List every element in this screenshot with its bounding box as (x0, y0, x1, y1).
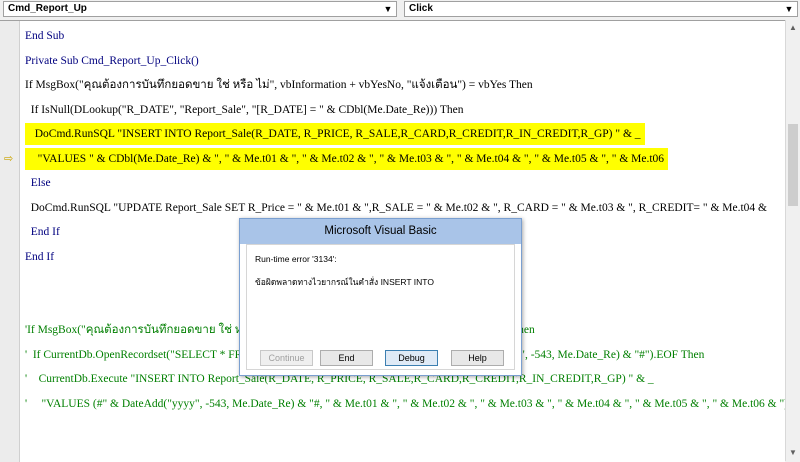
continue-button[interactable]: Continue (260, 350, 313, 366)
code-line[interactable]: DoCmd.RunSQL "UPDATE Report_Sale SET R_P… (25, 197, 767, 219)
code-window-toolbar: Cmd_Report_Up ▼ Click ▼ (0, 0, 800, 20)
code-line-text: Private Sub Cmd_Report_Up_Click() (25, 54, 199, 67)
debug-button[interactable]: Debug (385, 350, 438, 366)
code-line[interactable]: DoCmd.RunSQL "INSERT INTO Report_Sale(R_… (25, 123, 645, 145)
code-line[interactable]: If IsNull(DLookup("R_DATE", "Report_Sale… (25, 99, 464, 121)
object-dropdown[interactable]: Cmd_Report_Up ▼ (3, 1, 397, 17)
code-line[interactable]: Private Sub Cmd_Report_Up_Click() (25, 50, 199, 72)
code-line[interactable]: "VALUES " & CDbl(Me.Date_Re) & ", " & Me… (25, 147, 669, 170)
error-message: ข้อผิดพลาดทางไวยากรณ์ในคำสั่ง INSERT INT… (255, 277, 434, 287)
margin-indicator-bar[interactable]: ⇨ (0, 21, 20, 462)
procedure-dropdown[interactable]: Click ▼ (404, 1, 798, 17)
code-line-text: Else (25, 177, 51, 189)
code-line-text: End Sub (25, 30, 65, 42)
code-line-text: If IsNull(DLookup("R_DATE", "Report_Sale… (25, 103, 464, 116)
scrollbar-thumb[interactable] (788, 124, 798, 206)
dialog-body: Run-time error '3134': ข้อผิดพลาดทางไวยา… (246, 244, 515, 370)
error-number-label: Run-time error '3134': (255, 254, 337, 264)
help-button[interactable]: Help (451, 350, 504, 366)
object-dropdown-value: Cmd_Report_Up (8, 3, 87, 14)
dialog-title[interactable]: Microsoft Visual Basic (240, 219, 521, 244)
triangle-up-icon[interactable]: ▲ (786, 20, 800, 36)
code-line-text: DoCmd.RunSQL "INSERT INTO Report_Sale(R_… (25, 123, 645, 145)
code-line[interactable]: End Sub (25, 25, 64, 47)
code-line-text: "VALUES " & CDbl(Me.Date_Re) & ", " & Me… (25, 147, 669, 170)
code-line[interactable]: End If (25, 246, 54, 268)
arrow-right-icon: ⇨ (4, 152, 14, 165)
code-line-text: DoCmd.RunSQL "UPDATE Report_Sale SET R_P… (25, 201, 768, 214)
end-button[interactable]: End (320, 350, 373, 366)
code-line-text: If MsgBox("คุณต้องการบันทึกยอดขาย ใช่ หร… (25, 79, 533, 91)
code-line-text: End If (25, 250, 55, 263)
vertical-scrollbar[interactable]: ▲ ▼ (785, 20, 800, 461)
procedure-dropdown-value: Click (409, 3, 433, 14)
code-line[interactable]: Else (25, 172, 51, 194)
code-line[interactable]: End If (25, 221, 60, 243)
code-line[interactable]: ' "VALUES (#" & DateAdd("yyyy", -543, Me… (25, 393, 785, 415)
code-line-text: ' "VALUES (#" & DateAdd("yyyy", -543, Me… (25, 397, 785, 410)
chevron-down-icon[interactable]: ▼ (382, 2, 394, 16)
chevron-down-icon[interactable]: ▼ (783, 2, 795, 16)
code-line[interactable]: If MsgBox("คุณต้องการบันทึกยอดขาย ใช่ หร… (25, 74, 533, 96)
runtime-error-dialog: Microsoft Visual Basic Run-time error '3… (239, 218, 522, 376)
code-line-text: End If (25, 226, 60, 238)
triangle-down-icon[interactable]: ▼ (786, 445, 800, 461)
